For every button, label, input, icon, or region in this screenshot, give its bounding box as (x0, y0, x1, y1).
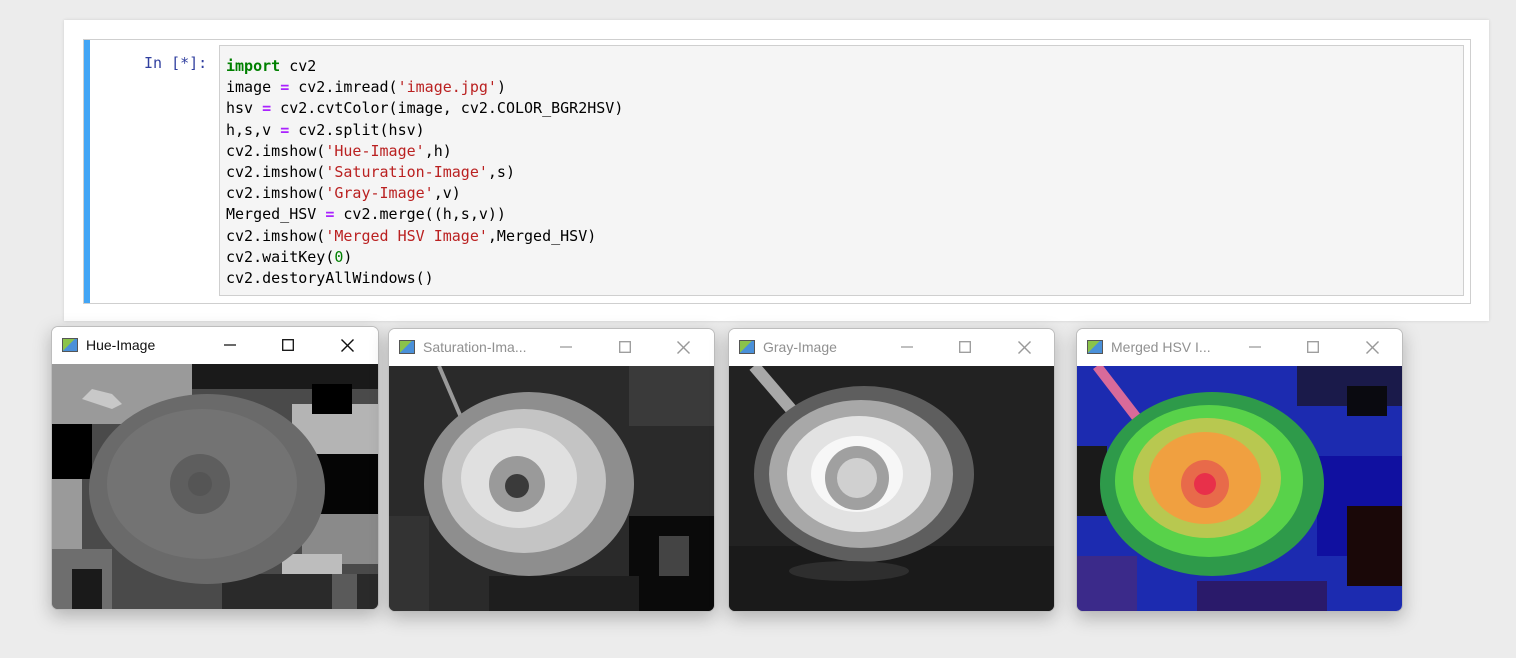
titlebar[interactable]: Gray-Image (729, 329, 1054, 366)
code-token: import (226, 57, 281, 75)
maximize-icon (282, 339, 294, 351)
minimize-icon (560, 346, 572, 348)
maximize-button[interactable] (274, 332, 302, 358)
code-token: cv2.imshow( (226, 226, 326, 245)
code-token: ,v) (433, 184, 461, 203)
code-token: ) (343, 247, 353, 266)
titlebar[interactable]: Saturation-Ima... (389, 329, 714, 366)
code-line: cv2.imshow('Gray-Image',v) (226, 183, 1457, 204)
opencv-window-icon (399, 340, 415, 354)
window-title: Saturation-Ima... (423, 339, 527, 355)
code-token: = (280, 120, 290, 139)
code-line: image = cv2.imread('image.jpg') (226, 77, 1457, 98)
close-icon (676, 340, 690, 354)
minimize-button[interactable] (893, 334, 921, 360)
code-cell[interactable]: In [*]: import cv2 image = cv2.imread('im… (83, 39, 1471, 304)
close-button[interactable] (1010, 334, 1038, 360)
code-token: cv2.waitKey( (226, 247, 335, 266)
window-saturation-image[interactable]: Saturation-Ima... (388, 328, 715, 612)
code-line: Merged_HSV = cv2.merge((h,s,v)) (226, 204, 1457, 225)
code-token: = (262, 99, 272, 118)
code-token: 'Hue-Image' (325, 141, 425, 160)
code-line: cv2.imshow('Hue-Image',h) (226, 141, 1457, 162)
code-token: ,h) (424, 141, 452, 160)
code-token: cv2.imshow( (226, 184, 326, 203)
maximize-button[interactable] (611, 334, 639, 360)
code-token: image (226, 78, 281, 97)
minimize-button[interactable] (552, 334, 580, 360)
code-token: ,s) (487, 163, 515, 182)
code-token: 'Gray-Image' (325, 184, 434, 203)
code-token: cv2.destoryAllWindows() (226, 269, 434, 288)
code-token: 'image.jpg' (397, 78, 497, 97)
code-line: cv2.waitKey(0) (226, 247, 1457, 268)
close-button[interactable] (333, 332, 361, 358)
window-title: Merged HSV I... (1111, 339, 1211, 355)
maximize-icon (959, 341, 971, 353)
code-line: cv2.imshow('Merged HSV Image',Merged_HSV… (226, 226, 1457, 247)
titlebar[interactable]: Hue-Image (52, 327, 378, 364)
code-token: 'Saturation-Image' (325, 163, 488, 182)
code-token: ) (496, 78, 506, 97)
code-text[interactable]: import cv2 image = cv2.imread('image.jpg'… (220, 46, 1463, 299)
code-token: ,Merged_HSV) (487, 226, 597, 245)
maximize-icon (1307, 341, 1319, 353)
window-merged-hsv-image[interactable]: Merged HSV I... (1076, 328, 1403, 612)
code-token: cv2.cvtColor(image, cv2.COLOR_BGR2HSV) (271, 99, 624, 118)
code-token: cv2.split(hsv) (289, 120, 425, 139)
maximize-icon (619, 341, 631, 353)
code-editor[interactable]: import cv2 image = cv2.imread('image.jpg'… (219, 45, 1464, 296)
code-token: h,s,v (226, 120, 281, 139)
opencv-window-icon (739, 340, 755, 354)
close-icon (1365, 340, 1379, 354)
minimize-icon (1249, 346, 1261, 348)
close-icon (340, 338, 354, 352)
code-token: Merged_HSV (226, 205, 326, 224)
code-token: cv2.imread( (289, 78, 398, 97)
window-title: Gray-Image (763, 339, 837, 355)
close-icon (1017, 340, 1031, 354)
saturation-image-canvas (389, 366, 714, 611)
close-button[interactable] (669, 334, 697, 360)
code-token: cv2 (280, 57, 317, 75)
merged-hsv-image-canvas (1077, 366, 1402, 611)
cell-selection-bar (84, 40, 90, 303)
minimize-button[interactable] (1241, 334, 1269, 360)
code-token: 'Merged HSV Image' (325, 226, 488, 245)
code-token: = (280, 78, 290, 97)
code-line: cv2.destoryAllWindows() (226, 268, 1457, 289)
close-button[interactable] (1358, 334, 1386, 360)
code-token: cv2.imshow( (226, 163, 326, 182)
minimize-icon (224, 344, 236, 346)
hue-image-canvas (52, 364, 378, 609)
opencv-window-icon (1087, 340, 1103, 354)
code-token: cv2.merge((h,s,v)) (334, 205, 506, 224)
code-token: cv2.imshow( (226, 141, 326, 160)
code-line: import cv2 (226, 56, 1457, 77)
opencv-window-icon (62, 338, 78, 352)
notebook-area: In [*]: import cv2 image = cv2.imread('im… (64, 20, 1489, 321)
minimize-button[interactable] (216, 332, 244, 358)
code-token: hsv (226, 99, 263, 118)
window-hue-image[interactable]: Hue-Image (51, 326, 379, 610)
code-line: h,s,v = cv2.split(hsv) (226, 120, 1457, 141)
gray-image-canvas (729, 366, 1054, 611)
window-gray-image[interactable]: Gray-Image (728, 328, 1055, 612)
maximize-button[interactable] (951, 334, 979, 360)
code-line: hsv = cv2.cvtColor(image, cv2.COLOR_BGR2… (226, 98, 1457, 119)
maximize-button[interactable] (1299, 334, 1327, 360)
window-title: Hue-Image (86, 337, 156, 353)
minimize-icon (901, 346, 913, 348)
code-line: cv2.imshow('Saturation-Image',s) (226, 162, 1457, 183)
titlebar[interactable]: Merged HSV I... (1077, 329, 1402, 366)
